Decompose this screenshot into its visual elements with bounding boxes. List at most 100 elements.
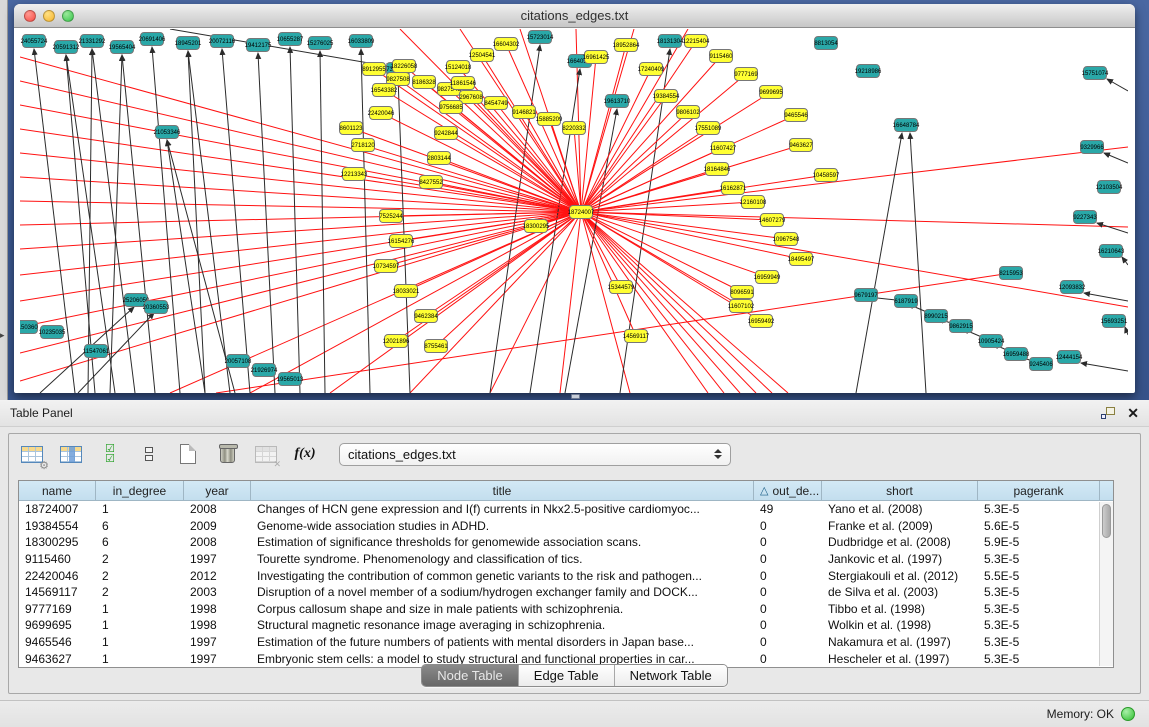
network-node[interactable]: 8215953 xyxy=(999,267,1023,280)
column-header-short[interactable]: short xyxy=(822,481,978,500)
table-cell[interactable]: 22420046 xyxy=(19,569,96,583)
table-cell[interactable]: Nakamura et al. (1997) xyxy=(822,635,978,649)
network-node[interactable]: 18300295 xyxy=(523,220,550,233)
table-cell[interactable]: Structural magnetic resonance image aver… xyxy=(251,618,754,632)
table-cell[interactable]: Estimation of the future numbers of pati… xyxy=(251,635,754,649)
table-cell[interactable]: 1997 xyxy=(184,552,251,566)
network-node[interactable]: 9862915 xyxy=(949,320,973,333)
table-header-row[interactable]: namein_degreeyeartitle△out_de...shortpag… xyxy=(19,481,1113,501)
expand-arrow-icon[interactable]: ▸ xyxy=(0,330,5,341)
table-cell[interactable]: Jankovic et al. (1997) xyxy=(822,552,978,566)
table-row[interactable]: 1456911722003Disruption of a novel membe… xyxy=(19,584,1113,601)
network-node[interactable]: 12160108 xyxy=(740,196,767,209)
network-node[interactable]: 15751074 xyxy=(1082,67,1109,80)
table-cell[interactable]: 5.3E-5 xyxy=(978,635,1100,649)
table-cell[interactable]: 2 xyxy=(96,585,184,599)
network-node[interactable]: 16543382 xyxy=(371,84,398,97)
table-cell[interactable]: 0 xyxy=(754,618,822,632)
table-cell[interactable]: 0 xyxy=(754,535,822,549)
network-node[interactable]: 16033809 xyxy=(348,35,375,48)
network-node[interactable]: 12213343 xyxy=(341,168,368,181)
table-cell[interactable]: Genome-wide association studies in ADHD. xyxy=(251,519,754,533)
network-node[interactable]: 9679197 xyxy=(854,289,878,302)
network-canvas[interactable]: 2405572420591312213312921956540420691406… xyxy=(20,29,1128,393)
table-row[interactable]: 1830029562008Estimation of significance … xyxy=(19,534,1113,551)
table-cell[interactable]: Investigating the contribution of common… xyxy=(251,569,754,583)
network-node[interactable]: 16154276 xyxy=(388,235,415,248)
network-node[interactable]: 18495497 xyxy=(788,253,815,266)
column-header-in_degree[interactable]: in_degree xyxy=(96,481,184,500)
table-cell[interactable]: 49 xyxy=(754,502,822,516)
network-node[interactable]: 10655287 xyxy=(277,33,304,46)
network-node[interactable]: 9463627 xyxy=(789,139,813,152)
table-cell[interactable]: 5.9E-5 xyxy=(978,535,1100,549)
network-node[interactable]: 20591312 xyxy=(53,41,80,54)
network-node[interactable]: 8427552 xyxy=(419,176,443,189)
table-row[interactable]: 1872400712008Changes of HCN gene express… xyxy=(19,501,1113,518)
network-node[interactable]: 11607102 xyxy=(728,300,755,313)
network-node[interactable]: 9245406 xyxy=(1029,358,1053,371)
network-node[interactable]: 20072116 xyxy=(209,35,236,48)
table-row[interactable]: 977716911998Corpus callosum shape and si… xyxy=(19,601,1113,618)
table-row[interactable]: 2242004622012Investigating the contribut… xyxy=(19,567,1113,584)
table-cell[interactable]: 2 xyxy=(96,569,184,583)
table-cell[interactable]: Disruption of a novel member of a sodium… xyxy=(251,585,754,599)
network-node[interactable]: 9115460 xyxy=(710,50,734,63)
network-node[interactable]: 22420046 xyxy=(368,107,395,120)
network-node[interactable]: 15344579 xyxy=(608,281,635,294)
network-node[interactable]: 9756685 xyxy=(439,101,463,114)
network-node[interactable]: 7525244 xyxy=(379,210,403,223)
network-node[interactable]: 19613710 xyxy=(604,95,631,108)
table-cell[interactable]: 1998 xyxy=(184,618,251,632)
table-cell[interactable]: 5.3E-5 xyxy=(978,618,1100,632)
table-cell[interactable]: 0 xyxy=(754,635,822,649)
network-node[interactable]: 6187919 xyxy=(894,295,918,308)
table-cell[interactable]: 6 xyxy=(96,535,184,549)
network-node[interactable]: 18033021 xyxy=(393,285,420,298)
column-header-name[interactable]: name xyxy=(19,481,96,500)
network-node[interactable]: 11547061 xyxy=(83,345,110,358)
table-row[interactable]: 946554611997Estimation of the future num… xyxy=(19,634,1113,651)
network-node[interactable]: 8755461 xyxy=(424,340,448,353)
panel-splitter[interactable] xyxy=(571,394,580,399)
network-node[interactable]: 16648784 xyxy=(893,119,920,132)
network-node[interactable]: 12215404 xyxy=(683,35,710,48)
tab-edge-table[interactable]: Edge Table xyxy=(518,665,614,686)
minimize-window-button[interactable] xyxy=(43,10,55,22)
network-node[interactable]: 21053346 xyxy=(154,126,181,139)
table-cell[interactable]: 2008 xyxy=(184,502,251,516)
network-node[interactable]: 18952864 xyxy=(613,39,640,52)
network-node[interactable]: 9777169 xyxy=(734,68,758,81)
network-node[interactable]: 21926974 xyxy=(251,364,278,377)
table-cell[interactable]: Estimation of significance thresholds fo… xyxy=(251,535,754,549)
network-node[interactable]: 9806102 xyxy=(676,106,700,119)
table-cell[interactable]: 19384554 xyxy=(19,519,96,533)
network-node[interactable]: 16210643 xyxy=(1098,245,1125,258)
table-cell[interactable]: Changes of HCN gene expression and I(f) … xyxy=(251,502,754,516)
table-cell[interactable]: 1 xyxy=(96,502,184,516)
table-cell[interactable]: 2003 xyxy=(184,585,251,599)
table-cell[interactable]: 0 xyxy=(754,585,822,599)
network-node[interactable]: 15124018 xyxy=(445,61,472,74)
network-node[interactable]: 18226058 xyxy=(391,60,418,73)
scrollbar-thumb[interactable] xyxy=(1102,504,1111,538)
network-node[interactable]: 18945201 xyxy=(175,37,202,50)
table-cell[interactable]: 2012 xyxy=(184,569,251,583)
network-node[interactable]: 19565404 xyxy=(109,41,136,54)
table-cell[interactable]: 1997 xyxy=(184,635,251,649)
network-node[interactable]: 8220332 xyxy=(562,122,586,135)
network-node[interactable]: 16961425 xyxy=(583,51,610,64)
network-node[interactable]: 10734597 xyxy=(373,260,400,273)
table-cell[interactable]: 9777169 xyxy=(19,602,96,616)
network-hub-node[interactable]: 18724007 xyxy=(568,206,595,219)
network-node[interactable]: 14607279 xyxy=(759,214,786,227)
network-node[interactable]: 9465546 xyxy=(784,109,808,122)
table-cell[interactable]: 18300295 xyxy=(19,535,96,549)
table-cell[interactable]: Tibbo et al. (1998) xyxy=(822,602,978,616)
network-node[interactable]: 21331292 xyxy=(79,35,106,48)
network-node[interactable]: 9329966 xyxy=(1080,141,1104,154)
network-node[interactable]: 8813054 xyxy=(814,37,838,50)
network-node[interactable]: 18164846 xyxy=(704,163,731,176)
network-node[interactable]: 12103504 xyxy=(1096,181,1123,194)
network-node[interactable]: 16604302 xyxy=(493,38,520,51)
